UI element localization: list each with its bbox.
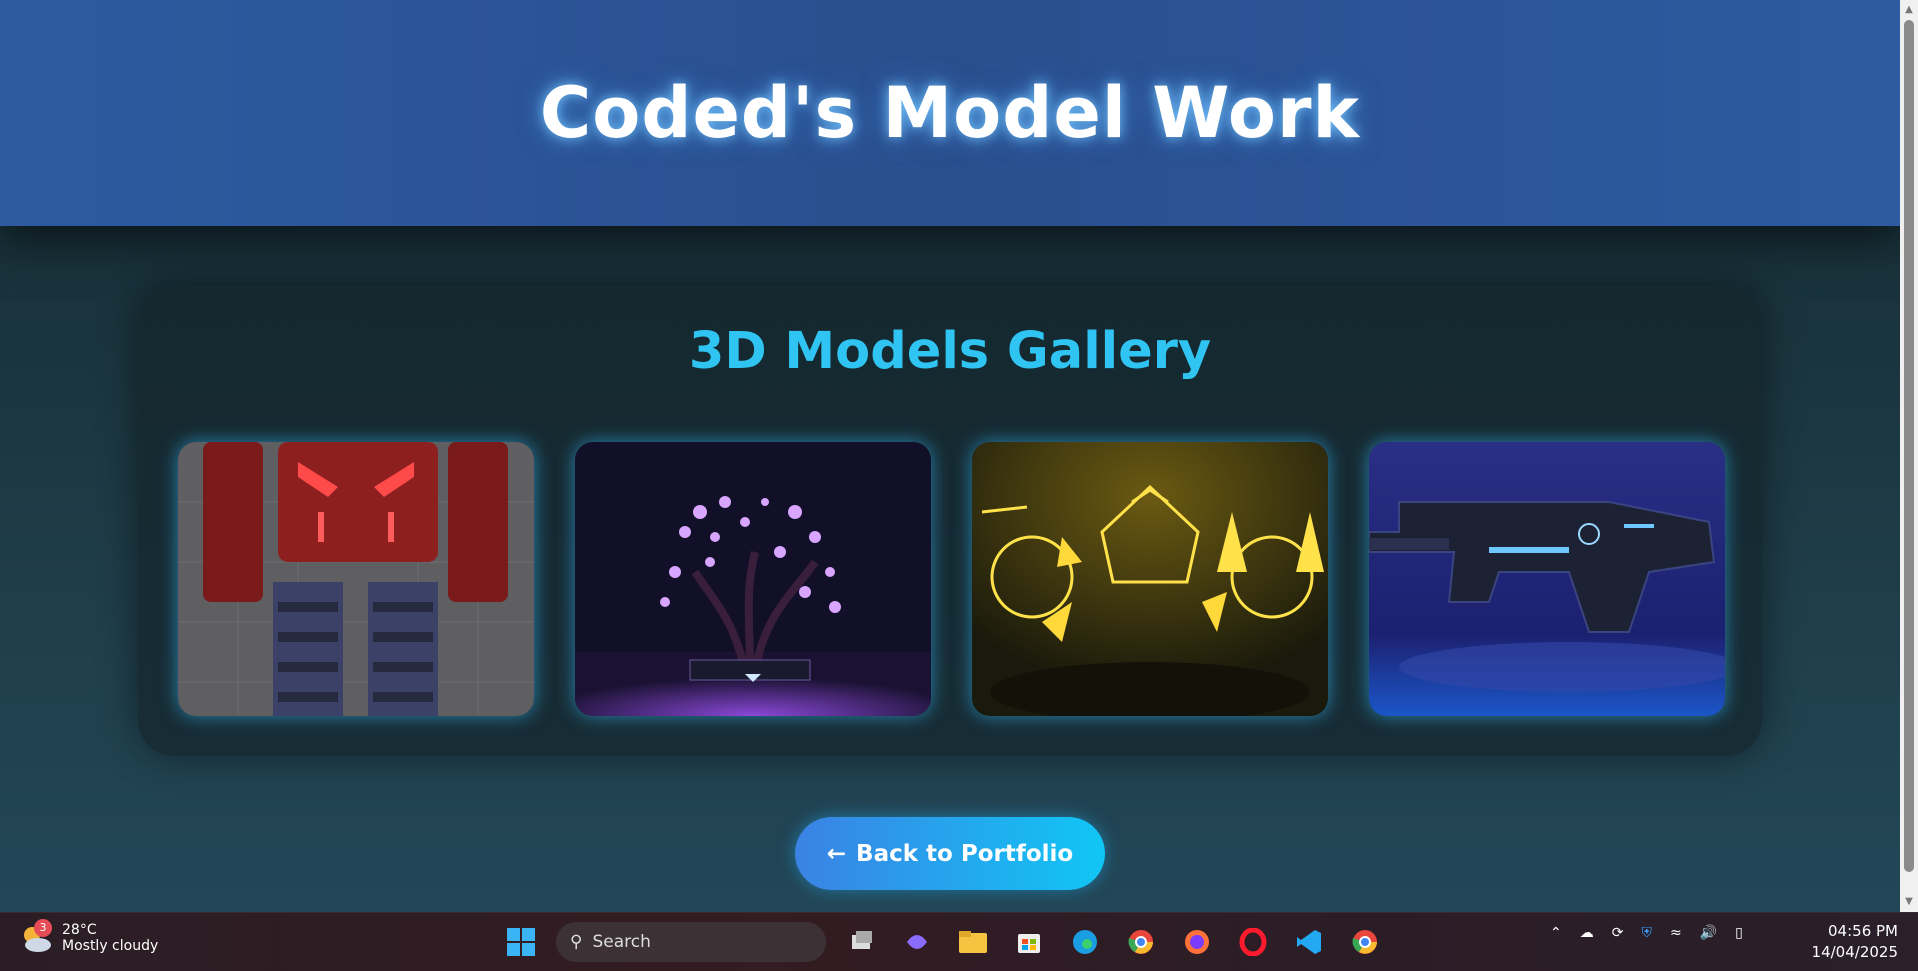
microsoft-store-icon[interactable] xyxy=(1008,921,1050,963)
clock-date: 14/04/2025 xyxy=(1811,943,1898,961)
weather-condition: Mostly cloudy xyxy=(62,938,159,954)
gold-glow-model-image xyxy=(972,442,1328,716)
taskbar-apps: ⚲ Search xyxy=(500,921,1386,963)
page-header: Coded's Model Work xyxy=(0,0,1900,226)
sync-icon[interactable]: ⟳ xyxy=(1612,925,1624,941)
task-view-icon[interactable] xyxy=(840,921,882,963)
sci-fi-gun-model-image xyxy=(1369,442,1725,716)
gallery-card-gun[interactable] xyxy=(1369,442,1725,716)
gallery-card-bonsai[interactable] xyxy=(575,442,931,716)
chevron-up-icon[interactable]: ⌃ xyxy=(1550,925,1562,941)
copilot-icon[interactable] xyxy=(896,921,938,963)
gallery-card-robot[interactable] xyxy=(178,442,534,716)
back-button-label: Back to Portfolio xyxy=(856,840,1074,867)
weather-cloud-moon-icon: 3 xyxy=(20,919,54,955)
opera-browser-icon[interactable] xyxy=(1232,921,1274,963)
vscode-icon[interactable] xyxy=(1288,921,1330,963)
file-explorer-icon[interactable] xyxy=(952,921,994,963)
bonsai-tree-model-image xyxy=(575,442,931,716)
scrollbar-thumb[interactable] xyxy=(1904,20,1914,872)
chrome-browser-icon[interactable] xyxy=(1120,921,1162,963)
gallery-title: 3D Models Gallery xyxy=(688,322,1212,381)
edge-browser-icon[interactable] xyxy=(1064,921,1106,963)
system-tray: ⌃ ☁ ⟳ ⛨ ≈ 🔊 ▯ xyxy=(1550,925,1743,941)
gallery-card-gold[interactable] xyxy=(972,442,1328,716)
taskbar-search-box[interactable]: ⚲ Search xyxy=(556,922,826,962)
search-placeholder: Search xyxy=(592,932,651,952)
weather-badge: 3 xyxy=(34,919,52,937)
back-to-portfolio-button[interactable]: ← Back to Portfolio xyxy=(795,817,1105,890)
clock-time: 04:56 PM xyxy=(1828,922,1898,940)
volume-icon[interactable]: 🔊 xyxy=(1700,925,1717,941)
scroll-up-icon[interactable]: ▲ xyxy=(1900,2,1918,18)
scroll-down-icon[interactable]: ▼ xyxy=(1900,894,1918,910)
robot-model-image xyxy=(178,442,534,716)
search-icon: ⚲ xyxy=(570,932,583,952)
weather-widget[interactable]: 3 28°C Mostly cloudy xyxy=(20,919,159,955)
page-scrollbar[interactable]: ▲ ▼ xyxy=(1900,0,1918,912)
battery-icon[interactable]: ▯ xyxy=(1735,925,1743,941)
taskbar-clock[interactable]: 04:56 PM 14/04/2025 xyxy=(1812,921,1898,963)
weather-temp: 28°C xyxy=(62,922,97,938)
windows-start-icon[interactable] xyxy=(500,921,542,963)
chrome-browser-icon-2[interactable] xyxy=(1344,921,1386,963)
onedrive-cloud-icon[interactable]: ☁ xyxy=(1580,925,1594,941)
wifi-icon[interactable]: ≈ xyxy=(1670,925,1682,941)
security-shield-icon[interactable]: ⛨ xyxy=(1641,925,1652,941)
page-title: Coded's Model Work xyxy=(539,72,1361,154)
taskbar: 3 28°C Mostly cloudy ⚲ Search ⌃ ☁ ⟳ ⛨ ≈ … xyxy=(0,912,1918,971)
firefox-browser-icon[interactable] xyxy=(1176,921,1218,963)
back-arrow-icon: ← xyxy=(826,840,847,867)
gallery-panel: 3D Models Gallery xyxy=(138,286,1762,756)
